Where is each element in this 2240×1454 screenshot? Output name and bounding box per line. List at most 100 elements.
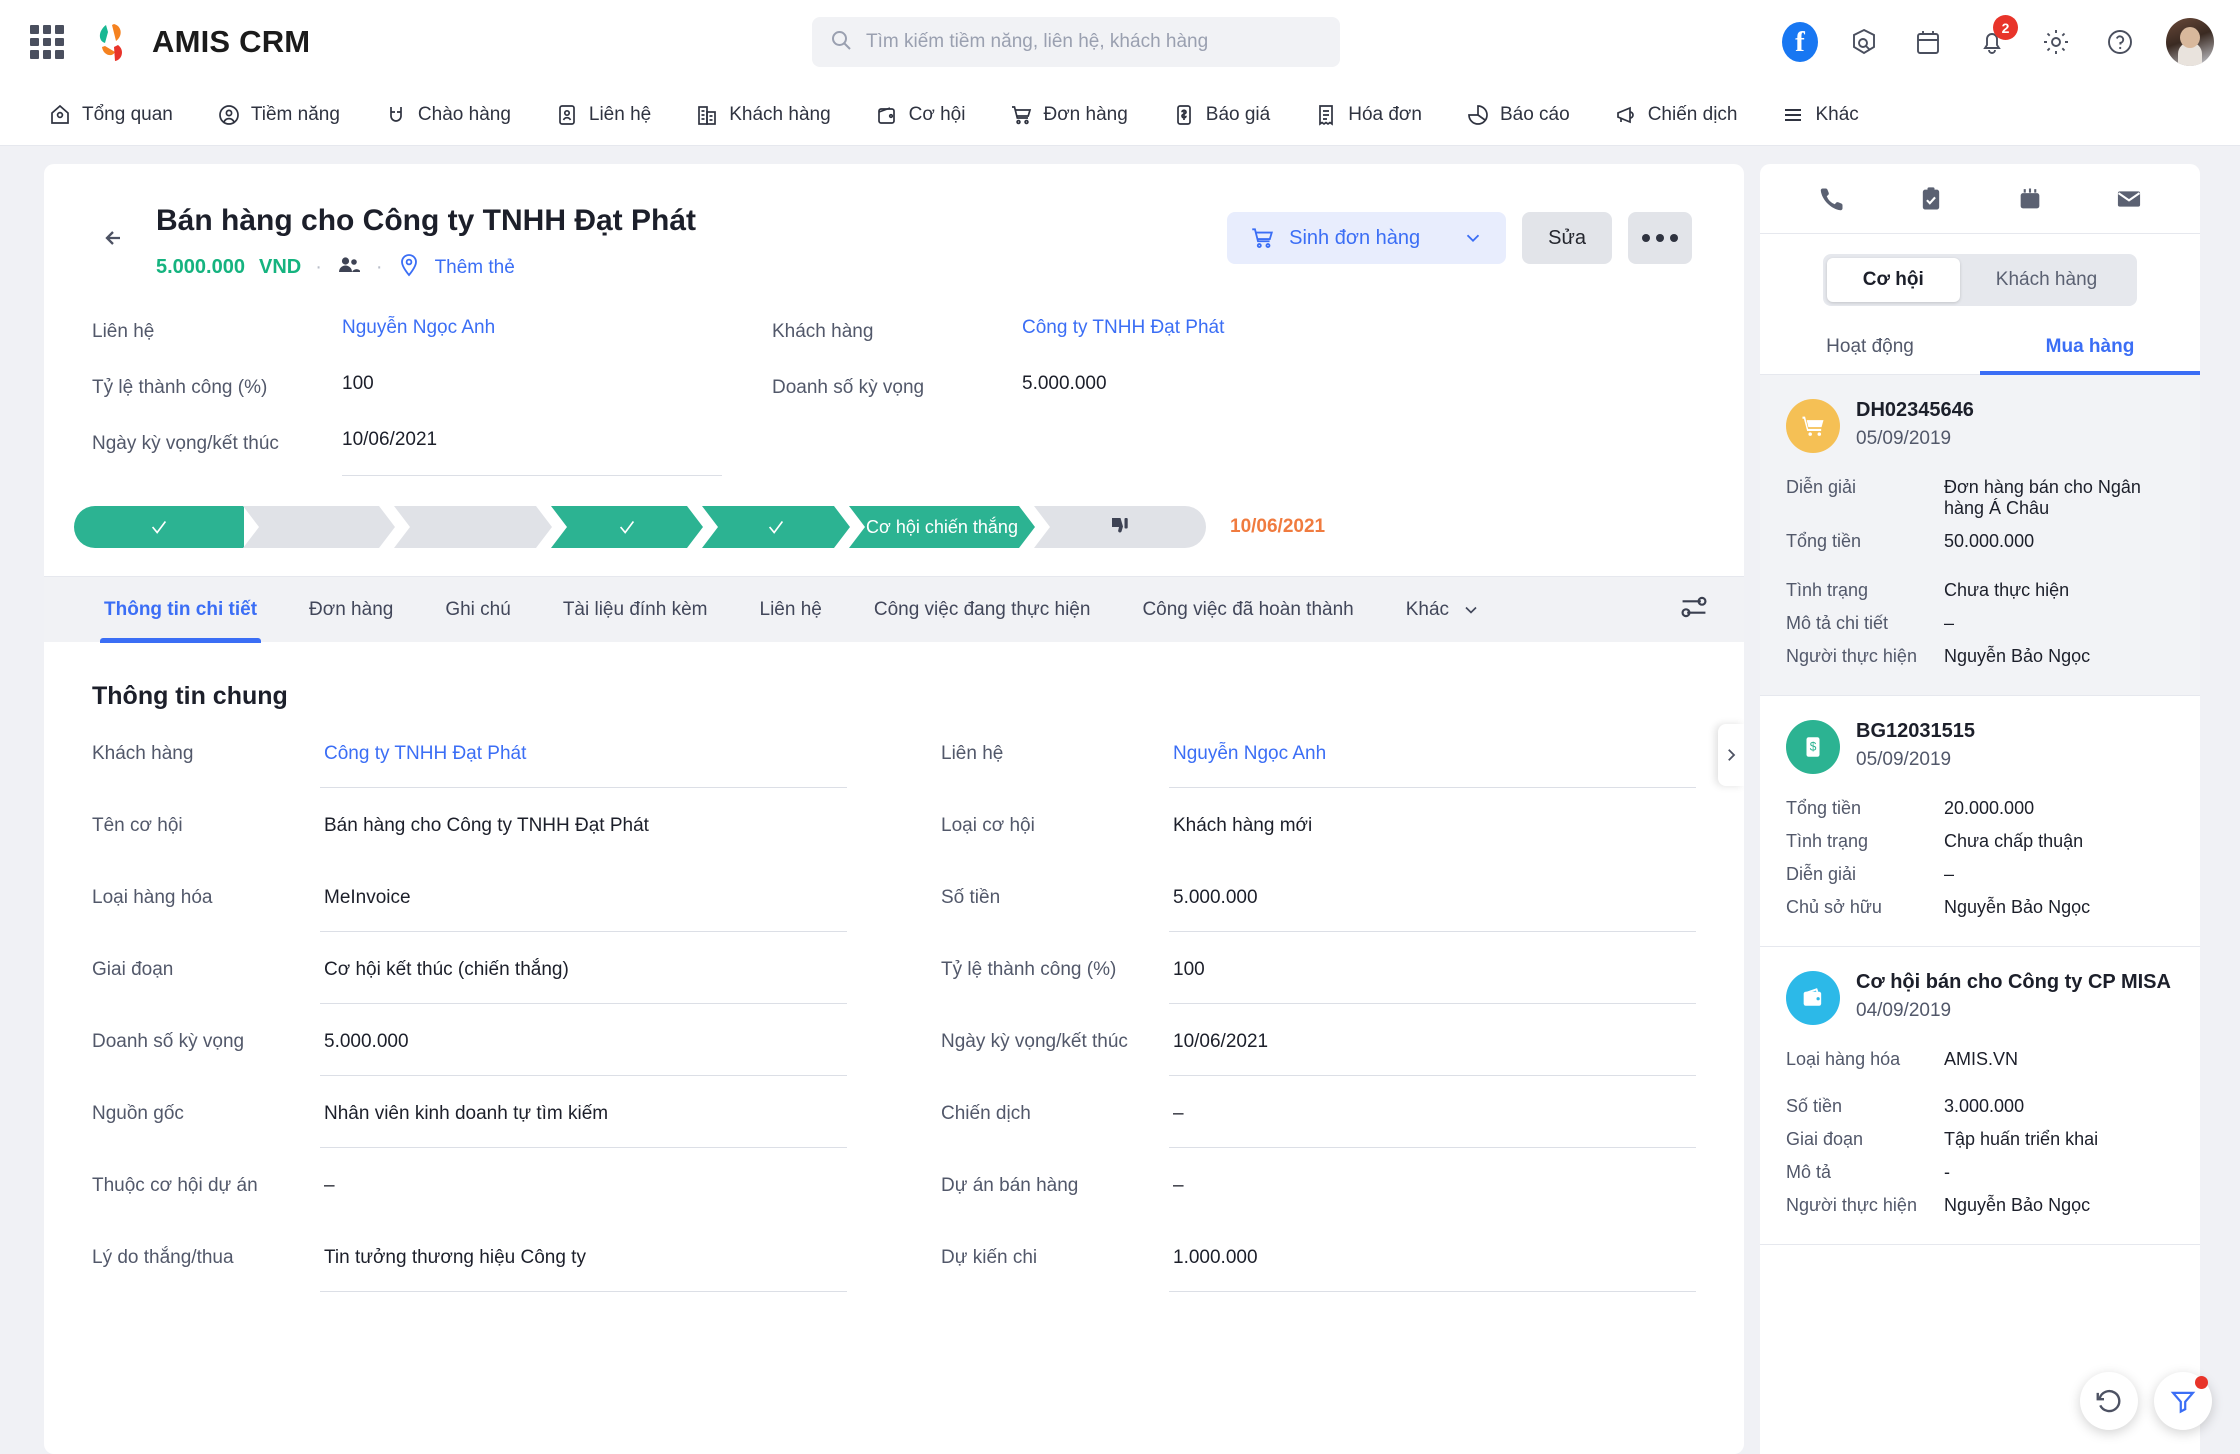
field-value[interactable]: 10/06/2021 — [1169, 1025, 1696, 1076]
edit-button[interactable]: Sửa — [1522, 212, 1612, 264]
nav-label: Hóa đơn — [1348, 103, 1422, 125]
nav-item-tong-quan[interactable]: Tổng quan — [26, 103, 195, 127]
tab-label: Đơn hàng — [309, 598, 394, 620]
related-card-opportunity[interactable]: Cơ hội bán cho Công ty CP MISA 04/09/201… — [1760, 947, 2200, 1245]
nav-item-hoa-don[interactable]: Hóa đơn — [1292, 103, 1444, 127]
related-card-order[interactable]: DH02345646 05/09/2019 Diễn giải Đơn hàng… — [1760, 375, 2200, 696]
field-value[interactable]: Cơ hội kết thúc (chiến thắng) — [320, 953, 847, 1004]
tab-khac[interactable]: Khác — [1380, 577, 1507, 643]
team-icon[interactable] — [336, 252, 362, 283]
mail-icon[interactable] — [2115, 185, 2143, 213]
tab-cong-viec-dang-thuc-hien[interactable]: Công việc đang thực hiện — [848, 577, 1117, 643]
field-value[interactable]: – — [1169, 1097, 1696, 1148]
card-row-label: Tổng tiền — [1786, 531, 1862, 551]
panel-tab-hoat-dong[interactable]: Hoạt động — [1760, 318, 1980, 374]
wallet-icon — [877, 106, 895, 124]
field-value[interactable]: Bán hàng cho Công ty TNHH Đạt Phát — [320, 809, 847, 860]
facebook-icon[interactable]: f — [1782, 22, 1818, 62]
summary-label: Khách hàng — [772, 321, 874, 342]
panel-tabs: Hoạt động Mua hàng — [1760, 318, 2200, 375]
pipeline-stage-lost[interactable] — [1034, 506, 1206, 548]
card-row: Tình trạng Chưa thực hiện — [1786, 574, 2174, 607]
phone-icon[interactable] — [1818, 185, 1846, 213]
field-value[interactable]: Khách hàng mới — [1169, 809, 1696, 860]
card-row-value: Tập huấn triển khai — [1944, 1129, 2099, 1149]
field-value[interactable]: MeInvoice — [320, 881, 847, 932]
separator-dot: · — [315, 256, 322, 278]
gear-icon[interactable] — [2038, 24, 2074, 60]
field-thuoc-co-hoi-du-an: Thuộc cơ hội dự án – — [92, 1169, 847, 1241]
nav-item-chien-dich[interactable]: Chiến dịch — [1592, 103, 1760, 127]
field-value[interactable]: – — [320, 1169, 847, 1220]
nav-item-don-hang[interactable]: Đơn hàng — [987, 103, 1149, 127]
related-card-quote[interactable]: $ BG12031515 05/09/2019 Tổng tiền 20.000… — [1760, 696, 2200, 947]
package-search-icon[interactable] — [1846, 24, 1882, 60]
apps-grid-icon[interactable] — [30, 25, 64, 59]
segment-khach-hang[interactable]: Khách hàng — [1960, 258, 2133, 302]
separator-dot: · — [375, 256, 383, 278]
nav-item-tiem-nang[interactable]: Tiềm năng — [195, 103, 362, 127]
panel-collapse-handle[interactable] — [1718, 724, 1744, 786]
svg-text:$: $ — [1810, 739, 1817, 753]
add-tag-button[interactable]: Thêm thẻ — [435, 257, 515, 279]
related-side-panel: Cơ hội Khách hàng Hoạt động Mua hàng DH0… — [1760, 164, 2200, 1454]
global-search[interactable] — [812, 17, 1340, 67]
nav-item-chao-hang[interactable]: Chào hàng — [362, 103, 533, 127]
tab-cong-viec-da-hoan-thanh[interactable]: Công việc đã hoàn thành — [1116, 577, 1379, 643]
chevron-down-icon — [1466, 234, 1480, 243]
tab-lien-he[interactable]: Liên hệ — [734, 577, 848, 643]
segment-co-hoi[interactable]: Cơ hội — [1826, 258, 1960, 302]
more-actions-button[interactable] — [1628, 212, 1692, 264]
filter-icon — [2170, 1391, 2196, 1414]
nav-item-khac[interactable]: Khác — [1759, 103, 1880, 127]
field-value[interactable]: Nhân viên kinh doanh tự tìm kiếm — [320, 1097, 847, 1148]
card-row-value: - — [1944, 1162, 1950, 1182]
panel-tab-label: Mua hàng — [2045, 336, 2135, 357]
pipeline-stage-3[interactable] — [394, 506, 552, 548]
bell-icon[interactable]: 2 — [1974, 15, 2018, 60]
clipboard-check-icon[interactable] — [1917, 185, 1945, 213]
pipeline-stage-won[interactable]: Cơ hội chiến thắng — [849, 506, 1035, 548]
summary-value-expected-date: 10/06/2021 — [342, 429, 722, 476]
field-value[interactable]: 5.000.000 — [1169, 881, 1696, 932]
cart-icon — [1786, 399, 1840, 453]
tag-icon[interactable] — [397, 253, 421, 282]
field-value[interactable]: Công ty TNHH Đạt Phát — [320, 737, 847, 788]
card-row: Người thực hiện Nguyễn Bảo Ngọc — [1786, 1189, 2174, 1222]
tab-don-hang[interactable]: Đơn hàng — [283, 577, 419, 643]
tab-settings-icon[interactable] — [1678, 591, 1710, 628]
nav-item-bao-gia[interactable]: Báo giá — [1150, 103, 1292, 127]
field-value[interactable]: Tin tưởng thương hiệu Công ty — [320, 1241, 847, 1292]
field-value[interactable]: Nguyễn Ngọc Anh — [1169, 737, 1696, 788]
filter-button[interactable] — [2154, 1372, 2212, 1430]
nav-item-bao-cao[interactable]: Báo cáo — [1444, 103, 1592, 127]
summary-label: Tỷ lệ thành công (%) — [92, 377, 268, 398]
nav-item-lien-he[interactable]: Liên hệ — [533, 103, 673, 127]
search-input[interactable] — [866, 31, 1322, 53]
tab-ghi-chu[interactable]: Ghi chú — [419, 577, 536, 643]
calendar-icon[interactable] — [1910, 24, 1946, 60]
pipeline-stage-5[interactable] — [702, 506, 850, 548]
field-value[interactable]: – — [1169, 1169, 1696, 1220]
field-value[interactable]: 5.000.000 — [320, 1025, 847, 1076]
nav-item-khach-hang[interactable]: Khách hàng — [673, 103, 852, 127]
nav-item-co-hoi[interactable]: Cơ hội — [853, 103, 988, 127]
back-icon[interactable] — [92, 216, 136, 260]
tab-tai-lieu-dinh-kem[interactable]: Tài liệu đính kèm — [537, 577, 734, 643]
pipeline-stage-1[interactable] — [74, 506, 244, 548]
panel-tab-mua-hang[interactable]: Mua hàng — [1980, 318, 2200, 375]
pipeline-stage-4[interactable] — [551, 506, 703, 548]
help-icon[interactable] — [2102, 24, 2138, 60]
generate-order-button[interactable]: Sinh đơn hàng — [1227, 212, 1507, 264]
user-avatar[interactable] — [2166, 18, 2214, 66]
calendar-icon[interactable] — [2016, 185, 2044, 213]
workspace: Bán hàng cho Công ty TNHH Đạt Phát 5.000… — [0, 146, 2240, 1454]
summary-value-contact[interactable]: Nguyễn Ngọc Anh — [342, 317, 772, 339]
field-value[interactable]: 1.000.000 — [1169, 1241, 1696, 1292]
tab-thong-tin-chi-tiet[interactable]: Thông tin chi tiết — [78, 577, 283, 643]
brand[interactable]: AMIS CRM — [92, 19, 310, 65]
summary-value-customer[interactable]: Công ty TNHH Đạt Phát — [1022, 317, 1696, 339]
pipeline-stage-2[interactable] — [243, 506, 395, 548]
history-button[interactable] — [2080, 1372, 2138, 1430]
field-value[interactable]: 100 — [1169, 953, 1696, 1004]
